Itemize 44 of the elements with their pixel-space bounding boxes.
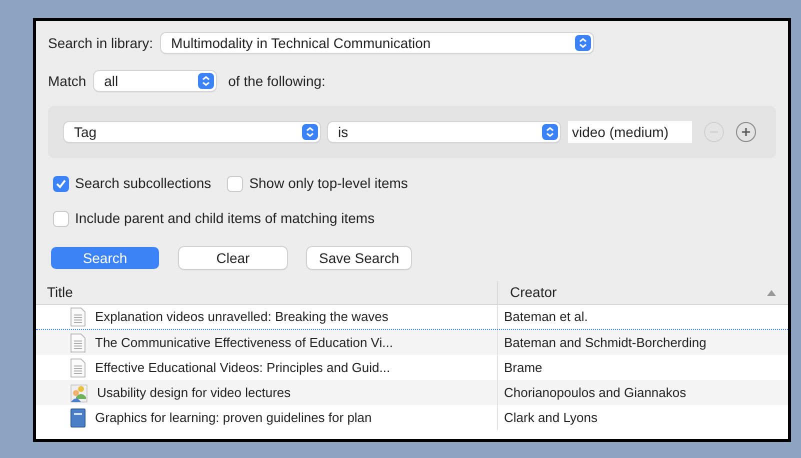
checkbox[interactable] bbox=[227, 176, 244, 192]
creator-cell-text: Clark and Lyons bbox=[504, 408, 598, 427]
title-cell-text: Effective Educational Videos: Principles and Guid... bbox=[95, 358, 390, 377]
checkbox-label: Show only top-level items bbox=[249, 174, 408, 193]
library-dropdown[interactable]: Multimodality in Technical Communication bbox=[161, 33, 594, 53]
creator-cell-text: Chorianopoulos and Giannakos bbox=[504, 384, 686, 402]
column-header[interactable]: Title bbox=[36, 281, 498, 304]
match-dropdown[interactable]: all bbox=[94, 71, 216, 91]
sort-icon bbox=[767, 290, 776, 296]
dialog-button[interactable]: Clear bbox=[179, 247, 287, 269]
title-cell-text: Graphics for learning: proven guidelines for plan bbox=[95, 408, 372, 427]
title-cell-text: The Communicative Effectiveness of Education Vi... bbox=[95, 334, 393, 352]
checkbox-label: Search subcollections bbox=[75, 174, 212, 193]
checkbox[interactable] bbox=[53, 210, 69, 226]
search-button[interactable]: Search bbox=[51, 247, 159, 269]
stepper-icon bbox=[542, 124, 558, 140]
match-label: Match bbox=[48, 72, 86, 90]
field-dropdown[interactable]: Tag bbox=[64, 122, 320, 142]
table-row[interactable]: The Communicative Effectiveness of Education Vi... Bateman and Schmidt-Borcherding bbox=[36, 330, 788, 355]
people-icon bbox=[70, 382, 88, 402]
stepper-icon bbox=[575, 35, 592, 51]
operator-dropdown[interactable]: is bbox=[328, 122, 560, 142]
book-icon bbox=[70, 408, 86, 428]
dialog-button[interactable]: Save Search bbox=[307, 247, 412, 269]
library-label: Search in library: bbox=[48, 34, 154, 53]
creator-cell-text: Bateman and Schmidt-Borcherding bbox=[504, 334, 706, 352]
checkbox-label: Include parent and child items of matching items bbox=[75, 209, 375, 228]
document-icon bbox=[70, 307, 86, 327]
stepper-icon bbox=[302, 124, 318, 140]
plus-icon bbox=[741, 127, 751, 137]
title-cell-text: Usability design for video lectures bbox=[97, 384, 291, 402]
column-header[interactable]: Creator bbox=[498, 281, 788, 304]
creator-cell-text: Brame bbox=[504, 358, 542, 377]
stepper-icon bbox=[198, 73, 214, 89]
table-row[interactable]: Usability design for video lectures Chorianopoulos and Giannakos bbox=[36, 380, 788, 405]
document-icon bbox=[70, 358, 86, 378]
title-cell-text: Explanation videos unravelled: Breaking the waves bbox=[95, 308, 388, 326]
creator-cell-text: Bateman et al. bbox=[504, 308, 588, 326]
add-button[interactable] bbox=[736, 122, 756, 142]
table-row[interactable]: Explanation videos unravelled: Breaking the waves Bateman et al. bbox=[36, 305, 788, 330]
value-field[interactable]: video (medium) bbox=[568, 121, 692, 143]
match-suffix: of the following: bbox=[228, 72, 326, 91]
checkbox[interactable] bbox=[53, 176, 69, 192]
document-icon bbox=[70, 332, 86, 352]
